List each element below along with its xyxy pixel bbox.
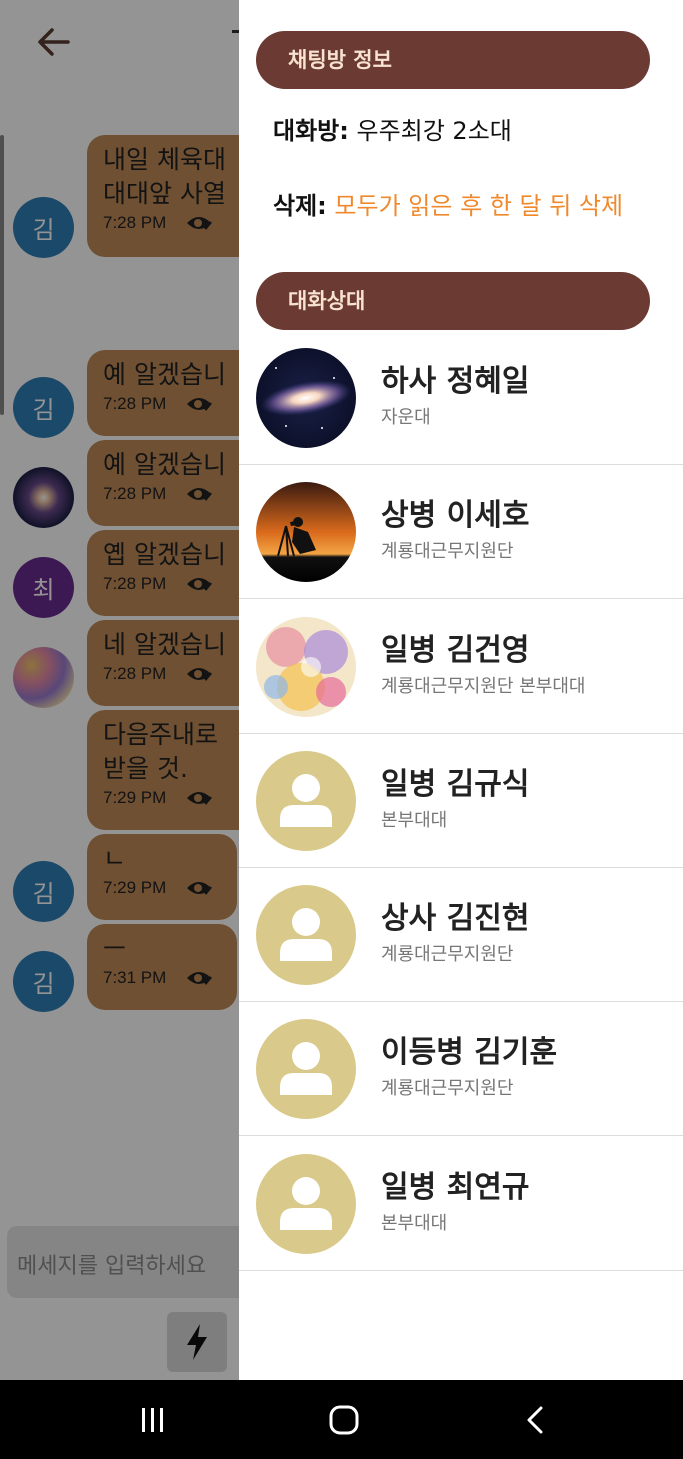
- person-icon: [256, 751, 356, 851]
- info-section-header: 채팅방 정보: [256, 31, 650, 89]
- member-row[interactable]: 일병 최연규 본부대대: [239, 1137, 683, 1271]
- member-name: 하사 정혜일: [381, 364, 530, 399]
- delete-label: 삭제:: [273, 192, 327, 220]
- member-row[interactable]: 하사 정혜일 자운대: [239, 331, 683, 465]
- delete-info-row: 삭제: 모두가 읽은 후 한 달 뒤 삭제: [273, 186, 623, 221]
- room-name: 우주최강 2소대: [356, 117, 512, 145]
- member-row[interactable]: 상사 김진현 계룡대근무지원단: [239, 868, 683, 1002]
- home-button[interactable]: [324, 1400, 364, 1440]
- avatar: [256, 617, 356, 717]
- room-label: 대화방:: [273, 117, 349, 145]
- member-name: 일병 김건영: [381, 633, 530, 668]
- member-row[interactable]: 일병 김건영 계룡대근무지원단 본부대대: [239, 600, 683, 734]
- avatar: [256, 885, 356, 985]
- member-row[interactable]: 상병 이세호 계룡대근무지원단: [239, 465, 683, 599]
- member-name: 상사 김진현: [381, 901, 530, 936]
- member-unit: 본부대대: [381, 810, 448, 831]
- recent-apps-button[interactable]: [133, 1400, 173, 1440]
- delete-policy: 모두가 읽은 후 한 달 뒤 삭제: [334, 192, 624, 220]
- system-nav-bar: [0, 1380, 683, 1459]
- home-icon: [329, 1405, 359, 1435]
- avatar: [256, 348, 356, 448]
- member-row[interactable]: 이등병 김기훈 계룡대근무지원단: [239, 1002, 683, 1136]
- member-unit: 계룡대근무지원단: [381, 944, 514, 965]
- member-name: 일병 최연규: [381, 1170, 530, 1205]
- chat-info-drawer: 채팅방 정보 대화방: 우주최강 2소대 삭제: 모두가 읽은 후 한 달 뒤 …: [239, 0, 683, 1380]
- member-row[interactable]: 일병 김규식 본부대대: [239, 734, 683, 868]
- person-icon: [256, 885, 356, 985]
- person-icon: [256, 1019, 356, 1119]
- member-unit: 계룡대근무지원단: [381, 541, 514, 562]
- avatar: [256, 482, 356, 582]
- member-unit: 계룡대근무지원단 본부대대: [381, 676, 586, 697]
- member-unit: 본부대대: [381, 1213, 448, 1234]
- member-name: 상병 이세호: [381, 498, 530, 533]
- member-name: 일병 김규식: [381, 767, 530, 802]
- avatar: [256, 1019, 356, 1119]
- avatar: [256, 751, 356, 851]
- recent-apps-icon: [142, 1408, 163, 1432]
- nav-back-button[interactable]: [516, 1400, 556, 1440]
- person-icon: [256, 1154, 356, 1254]
- members-section-header: 대화상대: [256, 272, 650, 330]
- room-info-row: 대화방: 우주최강 2소대: [273, 111, 512, 146]
- avatar: [256, 1154, 356, 1254]
- member-unit: 계룡대근무지원단: [381, 1078, 514, 1099]
- nav-back-icon: [527, 1406, 543, 1434]
- member-unit: 자운대: [381, 407, 431, 428]
- member-name: 이등병 김기훈: [381, 1035, 558, 1070]
